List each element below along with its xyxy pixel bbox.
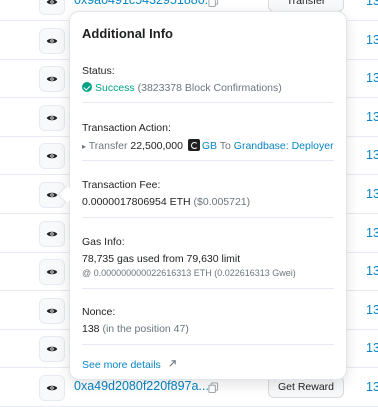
nonce-value: 138 — [82, 323, 100, 335]
block-number-link[interactable]: 13 — [366, 110, 378, 124]
see-more-label: See more details — [82, 359, 161, 371]
divider — [82, 217, 334, 218]
status-row: Success (3823378 Block Confirmations) — [82, 82, 282, 94]
token-logo-icon — [187, 139, 200, 151]
action-amount: 22,500,000 — [130, 140, 183, 152]
block-number-link[interactable]: 13 — [366, 380, 378, 394]
success-check-icon — [82, 82, 92, 92]
deployer-link[interactable]: Grandbase: Deployer — [234, 140, 334, 152]
gas-value: 78,735 gas used from 79,630 limit — [82, 253, 241, 265]
nonce-position: (in the position 47) — [102, 323, 189, 335]
txn-hash-link[interactable]: 0xa49d2080f220f897a... — [74, 379, 209, 393]
view-details-button[interactable] — [39, 259, 65, 286]
eye-icon — [46, 308, 58, 314]
view-details-button[interactable] — [39, 27, 65, 54]
block-number-link[interactable]: 13 — [366, 71, 378, 85]
additional-info-popover: Additional Info Status: Success (3823378… — [69, 11, 347, 380]
block-number-link[interactable]: 13 — [366, 0, 378, 8]
eye-icon — [46, 269, 58, 275]
eye-icon — [46, 154, 58, 159]
block-number-link[interactable]: 13 — [366, 264, 378, 278]
fee-value: 0.0000017806954 ETH — [82, 196, 191, 208]
view-details-button[interactable] — [39, 0, 65, 15]
divider — [82, 102, 334, 103]
nonce-row: 138 (in the position 47) — [82, 323, 189, 335]
block-number-link[interactable]: 13 — [366, 226, 378, 240]
action-row: ▸ Transfer 22,500,000 GB To Grandbase: D… — [82, 139, 334, 152]
eye-icon — [46, 0, 58, 5]
nonce-label: Nonce: — [82, 306, 116, 318]
eye-icon — [46, 347, 58, 352]
gas-price: @ 0.000000000022616313 ETH (0.022616313 … — [82, 268, 296, 278]
copy-icon — [208, 382, 219, 393]
action-to: To — [219, 140, 231, 152]
eye-icon — [46, 385, 58, 391]
popover-title: Additional Info — [82, 26, 173, 41]
eye-icon — [46, 38, 58, 43]
action-label: Transaction Action: — [82, 122, 171, 134]
divider — [82, 160, 334, 161]
view-details-button[interactable] — [39, 220, 65, 247]
view-details-button[interactable] — [39, 143, 65, 170]
chevron-right-icon: ▸ — [82, 142, 87, 151]
divider — [82, 344, 334, 345]
view-details-button[interactable] — [39, 104, 65, 131]
block-confirmations: (3823378 Block Confirmations) — [137, 82, 282, 94]
eye-icon — [46, 192, 58, 198]
eye-icon — [46, 231, 58, 236]
txn-hash-link[interactable]: 0x9a0491c5432951880... — [74, 0, 215, 7]
external-link-icon — [169, 360, 176, 367]
view-details-button[interactable] — [39, 297, 65, 324]
block-number-link[interactable]: 13 — [366, 303, 378, 317]
eye-icon — [46, 115, 58, 121]
copy-icon — [208, 0, 219, 7]
view-details-button[interactable] — [39, 375, 65, 401]
token-link[interactable]: GB — [202, 140, 217, 152]
block-number-link[interactable]: 13 — [366, 33, 378, 47]
fee-usd: ($0.005721) — [193, 196, 251, 208]
fee-row: 0.0000017806954 ETH ($0.005721) — [82, 196, 250, 208]
block-number-link[interactable]: 13 — [366, 148, 378, 162]
copy-hash-button[interactable] — [208, 380, 219, 398]
gas-label: Gas Info: — [82, 236, 125, 248]
divider — [82, 288, 334, 289]
action-prefix: Transfer — [88, 140, 128, 152]
see-more-details-link[interactable]: See more details — [82, 359, 177, 371]
eye-icon — [46, 76, 58, 82]
view-details-button[interactable] — [39, 336, 65, 363]
block-number-link[interactable]: 13 — [366, 341, 378, 355]
status-value: Success — [95, 82, 135, 94]
fee-label: Transaction Fee: — [82, 179, 161, 191]
view-details-button[interactable] — [39, 66, 65, 93]
block-number-link[interactable]: 13 — [366, 187, 378, 201]
status-label: Status: — [82, 65, 115, 77]
